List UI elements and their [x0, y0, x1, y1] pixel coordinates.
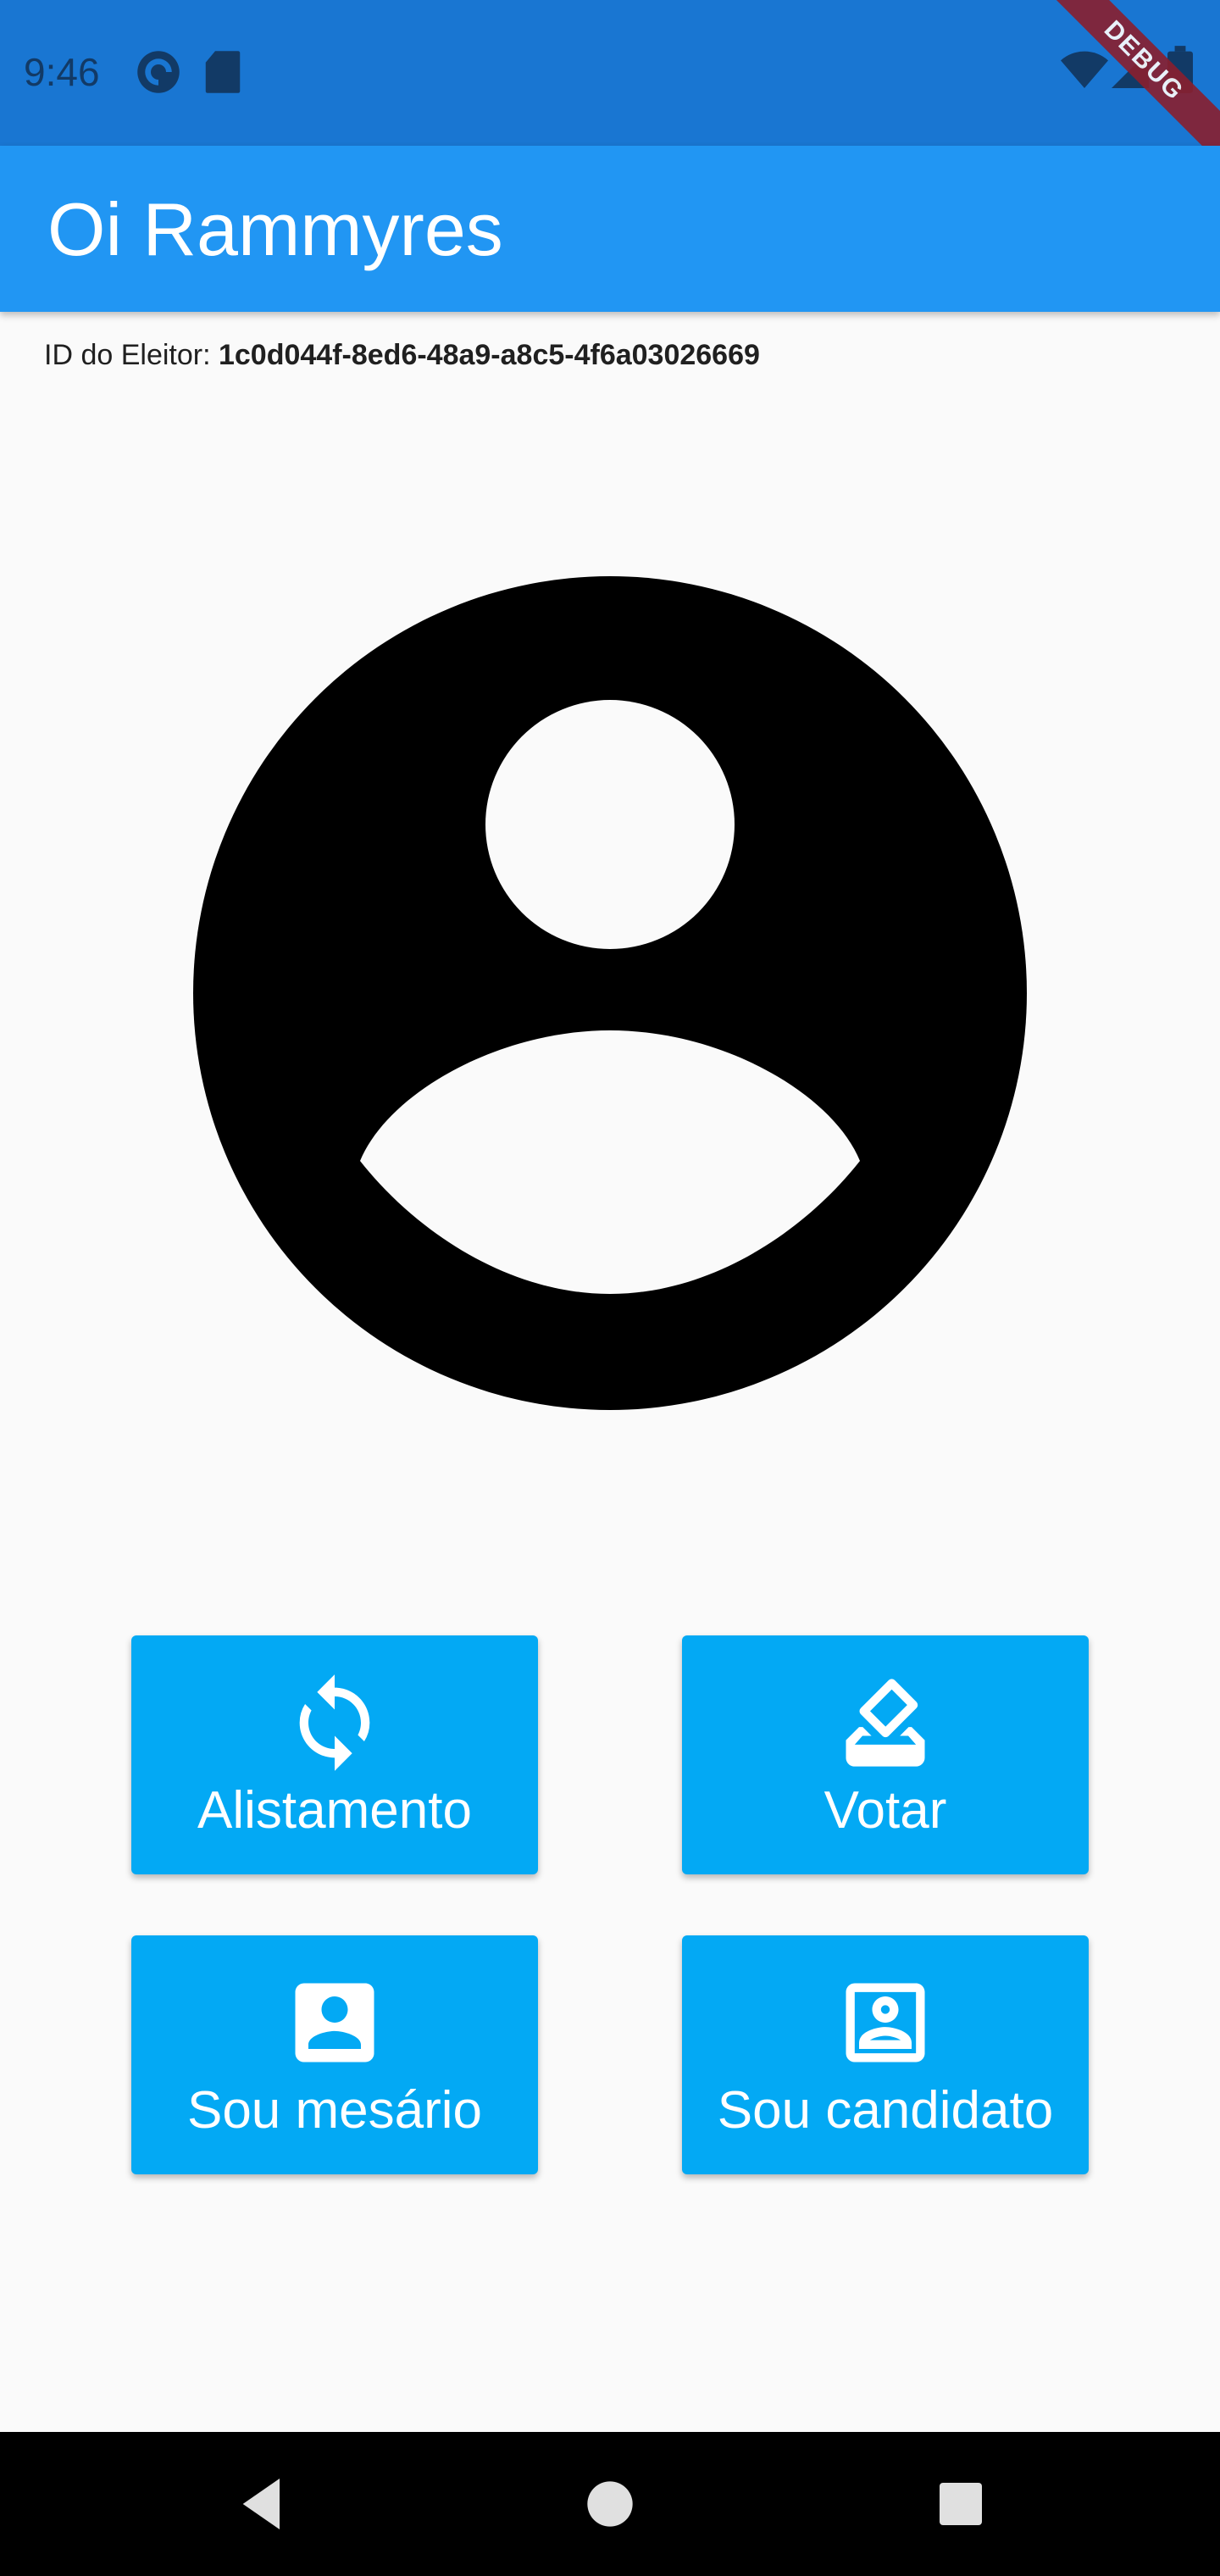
sd-card-icon [205, 51, 241, 93]
pocket-casts-icon [137, 51, 180, 93]
contact-card-icon [295, 1983, 374, 2062]
navigation-bar [0, 2432, 1220, 2576]
recents-icon[interactable] [927, 2470, 995, 2538]
alistamento-button[interactable]: Alistamento [131, 1635, 538, 1874]
page-title: Oi Rammyres [47, 187, 503, 271]
portrait-frame-icon [846, 1983, 925, 2062]
sou-candidato-label: Sou candidato [717, 2080, 1054, 2140]
sou-candidato-button[interactable]: Sou candidato [682, 1935, 1089, 2174]
voter-id-label: ID do Eleitor: [44, 339, 211, 371]
sync-icon [299, 1674, 370, 1771]
status-bar: 9:46 DEBUG [0, 0, 1220, 170]
wifi-icon [1061, 51, 1108, 88]
alistamento-label: Alistamento [197, 1780, 472, 1840]
ballot-box-icon [846, 1679, 925, 1767]
votar-button[interactable]: Votar [682, 1635, 1089, 1874]
voter-id: ID do Eleitor: 1c0d044f-8ed6-48a9-a8c5-4… [44, 339, 760, 372]
back-icon[interactable] [229, 2470, 297, 2538]
app-bar: Oi Rammyres [0, 146, 1220, 312]
account-circle-icon [193, 576, 1027, 1410]
sou-mesario-label: Sou mesário [186, 2080, 483, 2140]
voter-id-value: 1c0d044f-8ed6-48a9-a8c5-4f6a03026669 [218, 339, 760, 371]
votar-label: Votar [824, 1780, 947, 1840]
sou-mesario-button[interactable]: Sou mesário [131, 1935, 538, 2174]
home-icon[interactable] [576, 2470, 644, 2538]
status-time: 9:46 [24, 50, 100, 94]
